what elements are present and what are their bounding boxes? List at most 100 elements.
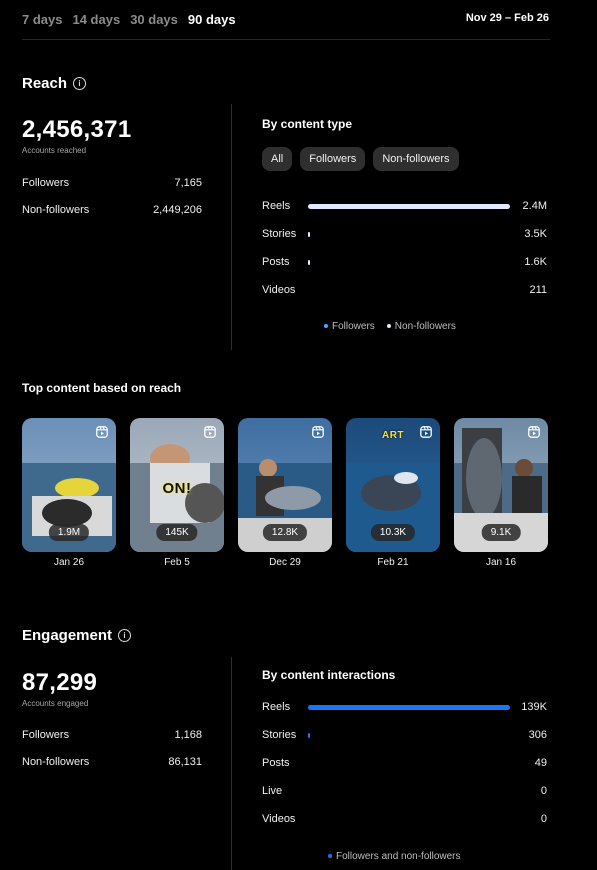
by-content-type-title: By content type bbox=[262, 117, 353, 131]
reel-icon bbox=[204, 426, 216, 438]
reach-content-type-row-label: Videos bbox=[262, 284, 296, 296]
reach-filter-pills: All Followers Non-followers bbox=[262, 147, 459, 171]
reel-icon bbox=[312, 426, 324, 438]
reach-divider bbox=[231, 104, 232, 350]
legend-followers: Followers bbox=[324, 321, 375, 332]
engagement-nonfollowers-label: Non-followers bbox=[22, 756, 90, 768]
engagement-interactions-row-value: 0 bbox=[540, 813, 547, 825]
date-range-label: Nov 29 – Feb 26 bbox=[465, 12, 549, 24]
engagement-interactions-row-value: 0 bbox=[540, 785, 547, 797]
engagement-interactions-row-label: Stories bbox=[262, 729, 297, 741]
by-content-interactions-title: By content interactions bbox=[262, 668, 396, 682]
reach-followers-value: 7,165 bbox=[174, 177, 202, 189]
reel-thumbnail[interactable]: ART 10.3K bbox=[346, 418, 440, 552]
engagement-interactions-bar bbox=[308, 705, 510, 710]
engagement-interactions-row: Stories 306 bbox=[262, 729, 547, 743]
engagement-interactions-row-label: Reels bbox=[262, 701, 291, 713]
engagement-interactions-row-label: Posts bbox=[262, 757, 290, 769]
reel-thumbnail[interactable]: 9.1K bbox=[454, 418, 548, 552]
engagement-legend: Followers and non-followers bbox=[328, 851, 461, 862]
engagement-nonfollowers-value: 86,131 bbox=[168, 756, 202, 768]
engagement-interactions-bar bbox=[308, 789, 510, 794]
reach-content-type-bar-fill bbox=[308, 204, 510, 209]
engagement-interactions-bar-fill bbox=[308, 733, 310, 738]
reach-content-type-row: Stories 3.5K bbox=[262, 228, 547, 242]
engagement-followers-value: 1,168 bbox=[174, 729, 202, 741]
reach-content-type-row-value: 2.4M bbox=[522, 200, 547, 212]
reel-thumbnail[interactable]: 1.9M bbox=[22, 418, 116, 552]
top-content-item[interactable]: ART 10.3K Feb 21 bbox=[346, 418, 440, 568]
date-range-tabs: 7 days 14 days 30 days 90 days bbox=[22, 12, 236, 27]
reach-count-badge: 12.8K bbox=[262, 524, 308, 541]
reach-total-label: Accounts reached bbox=[22, 146, 87, 155]
reach-content-type-row-value: 1.6K bbox=[524, 256, 547, 268]
engagement-total: 87,299 bbox=[22, 669, 98, 696]
filter-nonfollowers-button[interactable]: Non-followers bbox=[373, 147, 459, 171]
reach-content-type-bar-fill bbox=[308, 232, 311, 237]
engagement-interactions-row-value: 306 bbox=[528, 729, 547, 741]
top-content-item[interactable]: 12.8K Dec 29 bbox=[238, 418, 332, 568]
top-content-carousel: 1.9M Jan 26 ON! 145K Feb 5 12.8K Dec 29 ART 10.3… bbox=[22, 418, 582, 578]
engagement-interactions-row: Videos 0 bbox=[262, 813, 547, 827]
engagement-interactions-row: Reels 139K bbox=[262, 701, 547, 715]
reel-thumbnail[interactable]: ON! 145K bbox=[130, 418, 224, 552]
reach-nonfollowers-value: 2,449,206 bbox=[153, 204, 202, 216]
tab-14-days[interactable]: 14 days bbox=[72, 12, 120, 27]
reach-content-type-bar-fill bbox=[308, 260, 310, 265]
reach-followers-label: Followers bbox=[22, 177, 70, 189]
reach-content-type-row-label: Stories bbox=[262, 228, 297, 240]
thumbnail-overlay-text: ART bbox=[381, 430, 405, 441]
post-date: Jan 16 bbox=[485, 557, 517, 568]
reach-content-type-row-value: 211 bbox=[529, 284, 547, 296]
post-date: Jan 26 bbox=[53, 557, 85, 568]
divider bbox=[22, 39, 550, 40]
legend-followers-and-nonfollowers: Followers and non-followers bbox=[328, 851, 461, 862]
engagement-interactions-bar bbox=[308, 733, 510, 738]
tab-7-days[interactable]: 7 days bbox=[22, 12, 62, 27]
post-date: Feb 21 bbox=[377, 557, 409, 568]
filter-all-button[interactable]: All bbox=[262, 147, 293, 171]
reach-count-badge: 10.3K bbox=[370, 524, 416, 541]
reel-thumbnail[interactable]: 12.8K bbox=[238, 418, 332, 552]
reach-count-badge: 145K bbox=[156, 524, 198, 541]
top-content-item[interactable]: 9.1K Jan 16 bbox=[454, 418, 548, 568]
reach-content-type-row-value: 3.5K bbox=[524, 228, 547, 240]
top-content-item[interactable]: ON! 145K Feb 5 bbox=[130, 418, 224, 568]
engagement-interactions-row: Posts 49 bbox=[262, 757, 547, 771]
reach-content-type-row: Posts 1.6K bbox=[262, 256, 547, 270]
reach-count-badge: 1.9M bbox=[48, 524, 90, 541]
reach-content-type-bar bbox=[308, 204, 510, 209]
thumbnail-overlay-text: ON! bbox=[162, 480, 192, 497]
reach-legend: Followers Non-followers bbox=[324, 321, 456, 332]
reach-content-type-bar bbox=[308, 232, 510, 237]
reach-content-type-row: Reels 2.4M bbox=[262, 200, 547, 214]
post-date: Dec 29 bbox=[269, 557, 301, 568]
info-icon[interactable]: i bbox=[118, 629, 132, 642]
post-date: Feb 5 bbox=[164, 557, 190, 568]
reach-content-type-row-label: Reels bbox=[262, 200, 291, 212]
reach-content-type-row: Videos 211 bbox=[262, 284, 547, 298]
info-icon[interactable]: i bbox=[73, 77, 87, 90]
reach-nonfollowers-label: Non-followers bbox=[22, 204, 90, 216]
engagement-interactions-row-label: Live bbox=[262, 785, 283, 797]
engagement-interactions-bar bbox=[308, 761, 510, 766]
top-content-item[interactable]: 1.9M Jan 26 bbox=[22, 418, 116, 568]
reel-icon bbox=[96, 426, 108, 438]
legend-nonfollowers: Non-followers bbox=[386, 321, 456, 332]
filter-followers-button[interactable]: Followers bbox=[300, 147, 366, 171]
tab-30-days[interactable]: 30 days bbox=[130, 12, 178, 27]
tab-90-days[interactable]: 90 days bbox=[188, 12, 236, 27]
engagement-interactions-row: Live 0 bbox=[262, 785, 547, 799]
reach-title-row: Reach i bbox=[22, 75, 87, 92]
engagement-divider bbox=[231, 657, 232, 870]
top-content-title: Top content based on reach bbox=[22, 381, 182, 395]
reach-total: 2,456,371 bbox=[22, 116, 132, 143]
engagement-interactions-row-label: Videos bbox=[262, 813, 296, 825]
engagement-followers-label: Followers bbox=[22, 729, 70, 741]
engagement-total-label: Accounts engaged bbox=[22, 699, 89, 708]
reach-content-type-row-label: Posts bbox=[262, 256, 290, 268]
engagement-interactions-row-value: 49 bbox=[534, 757, 547, 769]
reach-content-type-bar bbox=[308, 260, 510, 265]
engagement-interactions-bar bbox=[308, 817, 510, 822]
reach-title: Reach bbox=[22, 75, 68, 92]
